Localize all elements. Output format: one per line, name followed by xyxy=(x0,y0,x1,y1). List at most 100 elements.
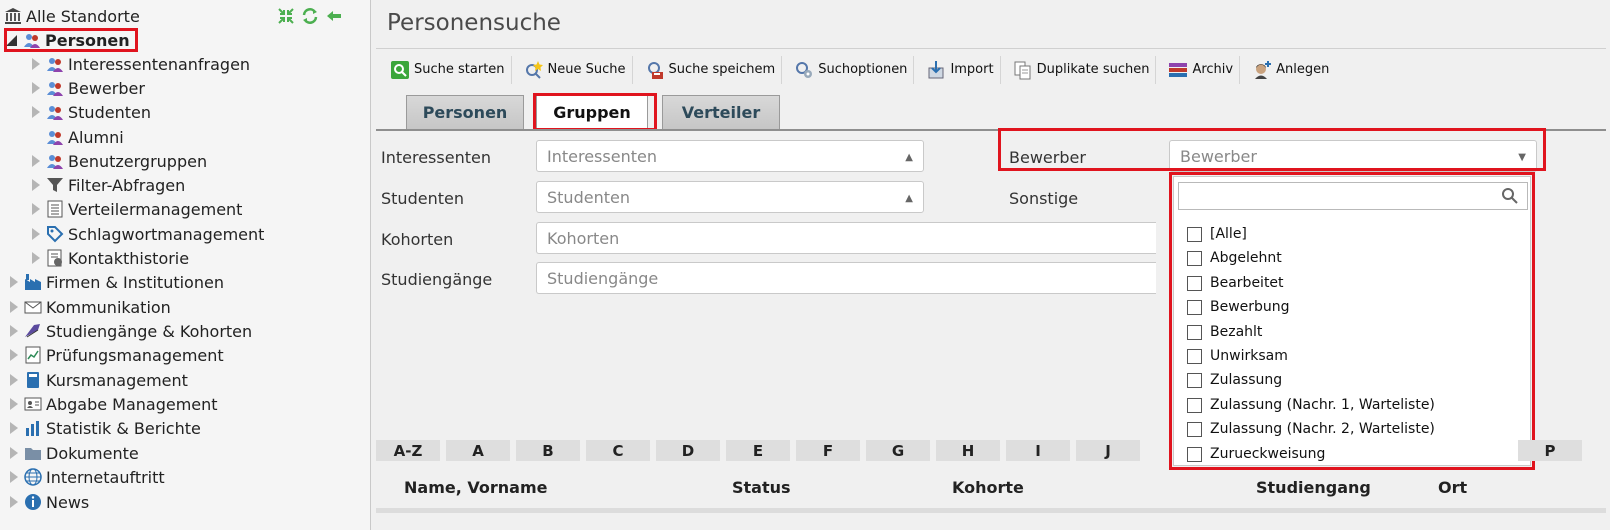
letter-button[interactable]: A xyxy=(446,440,510,461)
column-header-kohorte[interactable]: Kohorte xyxy=(952,478,1024,497)
collapsed-arrow-icon[interactable] xyxy=(32,228,40,240)
dropdown-option[interactable]: Bearbeitet xyxy=(1187,273,1284,293)
checkbox[interactable] xyxy=(1187,446,1202,462)
letter-button[interactable]: J xyxy=(1076,440,1140,461)
studenten-select[interactable]: Studenten ▲ xyxy=(536,181,924,213)
archive-icon xyxy=(1168,60,1188,80)
checkbox[interactable] xyxy=(1187,226,1202,242)
tab-personen[interactable]: Personen xyxy=(406,95,524,129)
collapsed-arrow-icon[interactable] xyxy=(32,106,40,118)
collapsed-arrow-icon[interactable] xyxy=(10,325,18,337)
collapsed-arrow-icon[interactable] xyxy=(10,471,18,483)
sidebar-item-filter-abfragen[interactable]: Filter-Abfragen xyxy=(32,173,185,197)
sidebar-item-firmen[interactable]: Firmen & Institutionen xyxy=(10,270,224,294)
find-duplicates-button[interactable]: Duplikate suchen xyxy=(1007,55,1157,84)
expanded-arrow-icon[interactable] xyxy=(6,34,17,46)
search-start-button[interactable]: Suche starten xyxy=(384,55,512,84)
collapsed-arrow-icon[interactable] xyxy=(10,301,18,313)
dropdown-option[interactable]: Unwirksam xyxy=(1187,346,1288,366)
collapsed-arrow-icon[interactable] xyxy=(32,58,40,70)
collapsed-arrow-icon[interactable] xyxy=(10,422,18,434)
collapsed-arrow-icon[interactable] xyxy=(32,155,40,167)
checkbox[interactable] xyxy=(1187,275,1202,291)
sidebar-item-kontakthistorie[interactable]: Kontakthistorie xyxy=(32,246,189,270)
letter-button[interactable]: B xyxy=(516,440,580,461)
sidebar-item-news[interactable]: News xyxy=(10,490,89,514)
column-header-status[interactable]: Status xyxy=(732,478,791,497)
checkbox[interactable] xyxy=(1187,250,1202,266)
column-header-name[interactable]: Name, Vorname xyxy=(404,478,547,497)
refresh-icon[interactable] xyxy=(300,7,320,25)
sidebar-item-benutzergruppen[interactable]: Benutzergruppen xyxy=(32,149,207,173)
collapsed-arrow-icon[interactable] xyxy=(10,374,18,386)
search-options-button[interactable]: Suchoptionen xyxy=(788,55,915,84)
option-label: Unwirksam xyxy=(1210,348,1288,364)
tree-root[interactable]: Alle Standorte xyxy=(4,4,140,28)
sidebar-item-studenten[interactable]: Studenten xyxy=(32,100,151,124)
column-header-studiengang[interactable]: Studiengang xyxy=(1256,478,1371,497)
sidebar-item-abgabe[interactable]: Abgabe Management xyxy=(10,392,218,416)
save-search-button[interactable]: Suche speichem xyxy=(639,55,783,84)
dropdown-option[interactable]: Zurueckweisung xyxy=(1187,444,1325,464)
collapsed-arrow-icon[interactable] xyxy=(32,179,40,191)
letter-button[interactable]: E xyxy=(726,440,790,461)
sidebar-item-kursmanagement[interactable]: Kursmanagement xyxy=(10,368,188,392)
tab-gruppen[interactable]: Gruppen xyxy=(536,95,648,129)
letter-button[interactable]: A-Z xyxy=(376,440,440,461)
collapsed-arrow-icon[interactable] xyxy=(10,349,18,361)
collapsed-arrow-icon[interactable] xyxy=(32,82,40,94)
sidebar-item-verteilermanagement[interactable]: Verteilermanagement xyxy=(32,197,242,221)
letter-button[interactable]: D xyxy=(656,440,720,461)
dropdown-option[interactable]: Bezahlt xyxy=(1187,322,1262,342)
checkbox[interactable] xyxy=(1187,397,1202,413)
collapsed-arrow-icon[interactable] xyxy=(32,203,40,215)
letter-button[interactable]: I xyxy=(1006,440,1070,461)
dropdown-option[interactable]: [Alle] xyxy=(1187,224,1247,244)
sidebar-item-personen[interactable]: Personen xyxy=(6,28,130,52)
letter-button[interactable]: C xyxy=(586,440,650,461)
checkbox[interactable] xyxy=(1187,421,1202,437)
sidebar-item-interessentenanfragen[interactable]: Interessentenanfragen xyxy=(32,52,250,76)
studiengaenge-select[interactable]: Studiengänge xyxy=(536,262,1156,294)
sidebar-item-internetauftritt[interactable]: Internetauftritt xyxy=(10,465,165,489)
create-button[interactable]: Anlegen xyxy=(1246,56,1335,84)
collapse-icon[interactable] xyxy=(276,7,296,25)
import-button[interactable]: Import xyxy=(920,55,1001,84)
column-header-ort[interactable]: Ort xyxy=(1438,478,1467,497)
sidebar-item-schlagwortmanagement[interactable]: Schlagwortmanagement xyxy=(32,222,264,246)
collapsed-arrow-icon[interactable] xyxy=(10,496,18,508)
letter-button[interactable]: H xyxy=(936,440,1000,461)
checkbox[interactable] xyxy=(1187,324,1202,340)
collapsed-arrow-icon[interactable] xyxy=(32,252,40,264)
dropdown-option[interactable]: Zulassung xyxy=(1187,370,1282,390)
tab-verteiler[interactable]: Verteiler xyxy=(662,95,780,129)
sidebar-item-alumni[interactable]: Alumni xyxy=(32,125,124,149)
sidebar-item-bewerber[interactable]: Bewerber xyxy=(32,76,145,100)
sidebar-item-dokumente[interactable]: Dokumente xyxy=(10,441,139,465)
dropdown-option[interactable]: Zulassung (Nachr. 2, Warteliste) xyxy=(1187,419,1435,439)
letter-button[interactable]: P xyxy=(1518,440,1582,461)
sidebar-item-kommunikation[interactable]: Kommunikation xyxy=(10,295,171,319)
dropdown-option[interactable]: Abgelehnt xyxy=(1187,248,1282,268)
kohorten-select[interactable]: Kohorten xyxy=(536,222,1156,254)
dropdown-option[interactable]: Bewerbung xyxy=(1187,297,1290,317)
dropdown-option[interactable]: Zulassung (Nachr. 1, Warteliste) xyxy=(1187,395,1435,415)
collapsed-arrow-icon[interactable] xyxy=(10,276,18,288)
collapsed-arrow-icon[interactable] xyxy=(10,447,18,459)
sidebar-item-pruefungsmanagement[interactable]: Prüfungsmanagement xyxy=(10,343,224,367)
interessenten-select[interactable]: Interessenten ▲ xyxy=(536,140,924,172)
letter-button[interactable]: F xyxy=(796,440,860,461)
bewerber-select[interactable]: Bewerber ▼ xyxy=(1169,140,1537,172)
back-arrow-icon[interactable] xyxy=(324,7,344,25)
checkbox[interactable] xyxy=(1187,299,1202,315)
checkbox[interactable] xyxy=(1187,348,1202,364)
main-panel: Personensuche Suche starten Neue Suche S… xyxy=(372,0,1610,530)
dropdown-search-input[interactable] xyxy=(1178,182,1528,210)
checkbox[interactable] xyxy=(1187,372,1202,388)
collapsed-arrow-icon[interactable] xyxy=(10,398,18,410)
sidebar-item-studiengaenge[interactable]: Studiengänge & Kohorten xyxy=(10,319,252,343)
new-search-button[interactable]: Neue Suche xyxy=(518,55,633,84)
archive-button[interactable]: Archiv xyxy=(1162,55,1241,84)
letter-button[interactable]: G xyxy=(866,440,930,461)
sidebar-item-statistik[interactable]: Statistik & Berichte xyxy=(10,416,201,440)
